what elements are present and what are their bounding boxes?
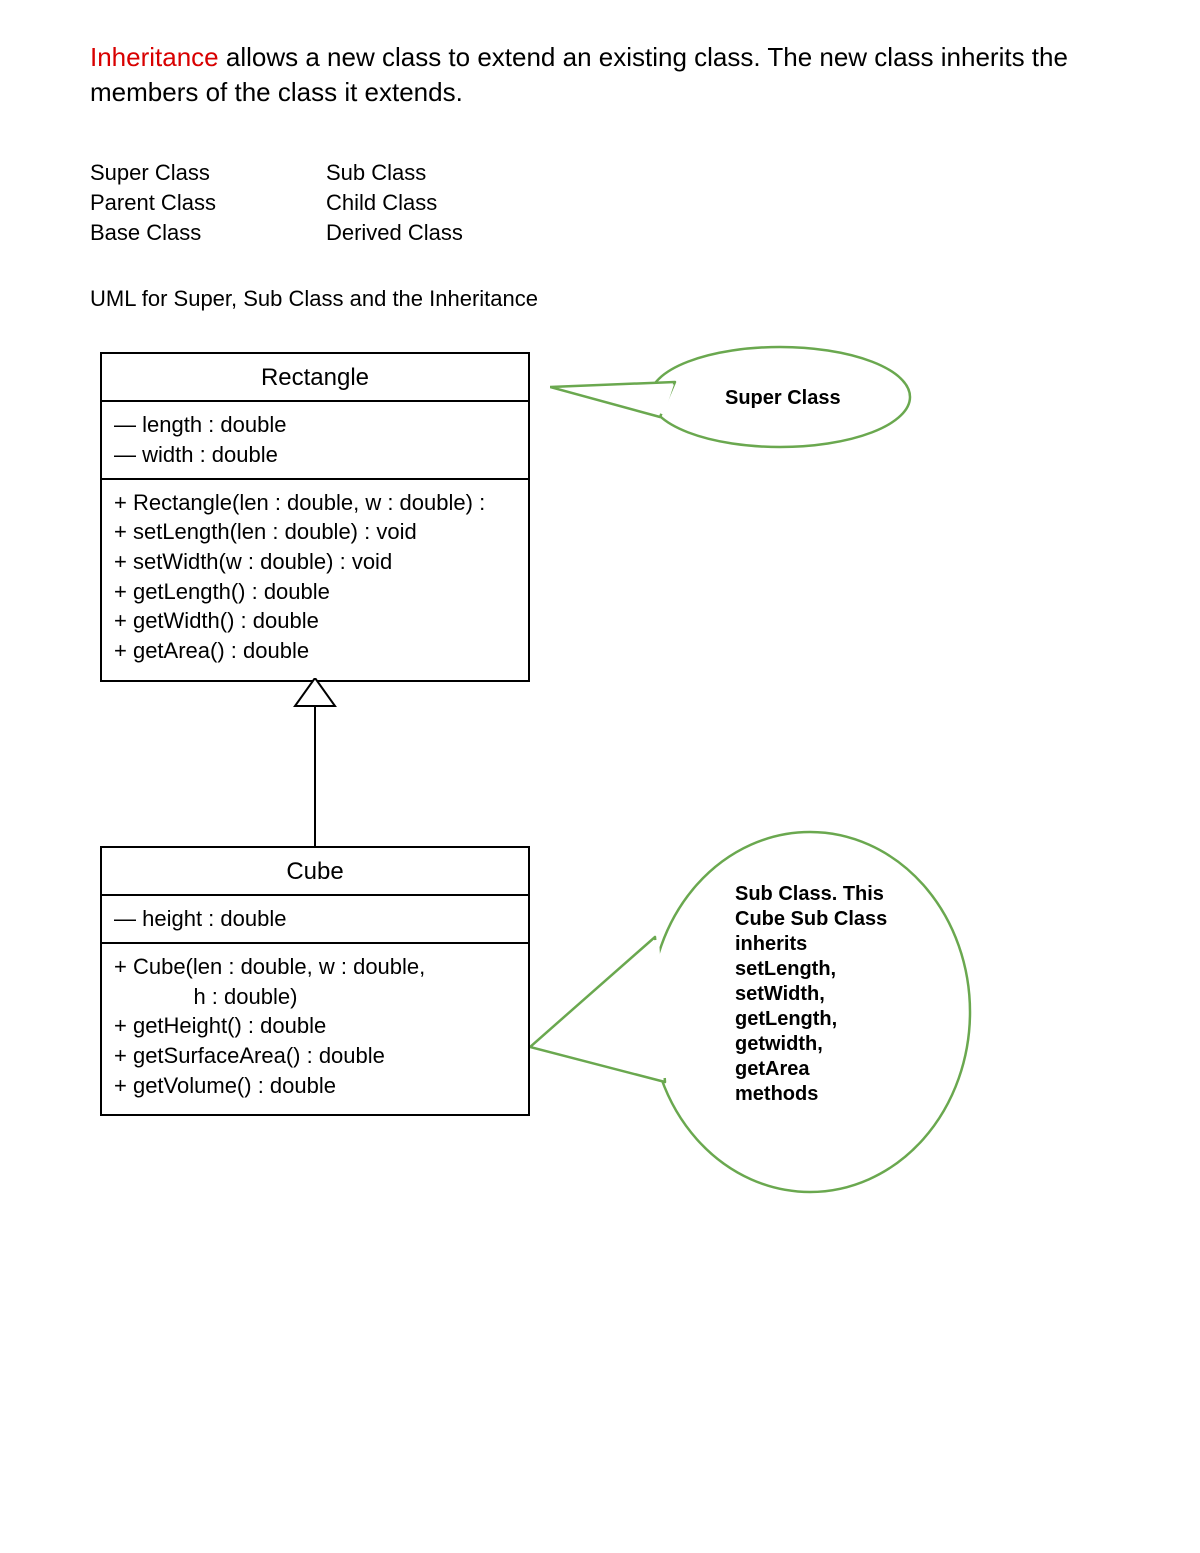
callout-line: getArea <box>735 1057 915 1082</box>
callout-line: setWidth, <box>735 982 915 1007</box>
callout-line: getwidth, <box>735 1032 915 1057</box>
intro-keyword: Inheritance <box>90 42 219 72</box>
callout-line: methods <box>735 1082 915 1107</box>
uml-class-attributes: — length : double — width : double <box>102 402 528 479</box>
term-item: Base Class <box>90 220 216 246</box>
uml-method: + getWidth() : double <box>114 606 516 636</box>
callout-text: Super Class <box>725 386 841 411</box>
uml-method: + setWidth(w : double) : void <box>114 547 516 577</box>
inheritance-arrow-icon <box>290 678 340 848</box>
uml-method: + Cube(len : double, w : double, <box>114 952 516 982</box>
uml-diagram: Rectangle — length : double — width : do… <box>90 352 1110 1352</box>
terms-right-col: Sub Class Child Class Derived Class <box>326 160 463 246</box>
intro-paragraph: Inheritance allows a new class to extend… <box>90 40 1110 110</box>
uml-class-attributes: — height : double <box>102 896 528 944</box>
uml-caption: UML for Super, Sub Class and the Inherit… <box>90 286 1110 312</box>
callout-line: Sub Class. This <box>735 882 915 907</box>
callout-text-block: Sub Class. This Cube Sub Class inherits … <box>735 882 915 1107</box>
uml-method: + getSurfaceArea() : double <box>114 1041 516 1071</box>
terminology-table: Super Class Parent Class Base Class Sub … <box>90 160 1110 246</box>
callout-line: setLength, <box>735 957 915 982</box>
term-item: Super Class <box>90 160 216 186</box>
uml-class-methods: + Cube(len : double, w : double, h : dou… <box>102 944 528 1114</box>
uml-class-name: Rectangle <box>102 354 528 402</box>
term-item: Parent Class <box>90 190 216 216</box>
term-item: Derived Class <box>326 220 463 246</box>
uml-method: + setLength(len : double) : void <box>114 517 516 547</box>
uml-attr: — width : double <box>114 440 516 470</box>
uml-class-methods: + Rectangle(len : double, w : double) : … <box>102 480 528 680</box>
callout-line: getLength, <box>735 1007 915 1032</box>
intro-rest: allows a new class to extend an existing… <box>90 42 1068 107</box>
term-item: Child Class <box>326 190 463 216</box>
uml-method: + getArea() : double <box>114 636 516 666</box>
uml-method: + getHeight() : double <box>114 1011 516 1041</box>
callout-super-class: Super Class <box>550 342 920 472</box>
term-item: Sub Class <box>326 160 463 186</box>
uml-class-cube: Cube — height : double + Cube(len : doub… <box>100 846 530 1116</box>
uml-attr: — height : double <box>114 904 516 934</box>
uml-method: h : double) <box>114 982 516 1012</box>
uml-method: + getVolume() : double <box>114 1071 516 1101</box>
uml-class-name: Cube <box>102 848 528 896</box>
uml-method: + Rectangle(len : double, w : double) : <box>114 488 516 518</box>
uml-attr: — length : double <box>114 410 516 440</box>
terms-left-col: Super Class Parent Class Base Class <box>90 160 216 246</box>
callout-line: Cube Sub Class <box>735 907 915 932</box>
uml-method: + getLength() : double <box>114 577 516 607</box>
callout-sub-class: Sub Class. This Cube Sub Class inherits … <box>530 822 990 1222</box>
uml-class-rectangle: Rectangle — length : double — width : do… <box>100 352 530 682</box>
callout-line: inherits <box>735 932 915 957</box>
